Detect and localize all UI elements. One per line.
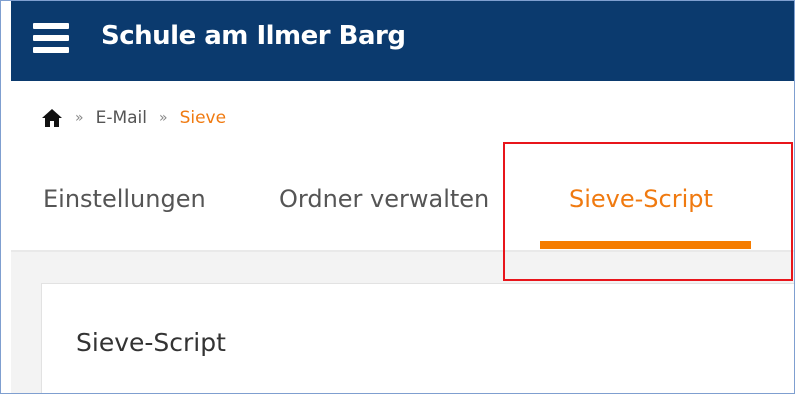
breadcrumb-item-sieve: Sieve — [179, 108, 227, 128]
site-title[interactable]: Schule am Ilmer Barg — [101, 21, 406, 51]
breadcrumb: » E-Mail » Sieve — [41, 105, 226, 131]
breadcrumb-item-email[interactable]: E-Mail — [96, 108, 147, 128]
panel-title: Sieve-Script — [76, 328, 226, 357]
breadcrumb-separator: » — [159, 110, 168, 126]
tab-ordner-verwalten[interactable]: Ordner verwalten — [279, 185, 489, 213]
tab-sieve-script[interactable]: Sieve-Script — [569, 185, 713, 213]
active-tab-indicator — [540, 241, 751, 249]
tab-einstellungen[interactable]: Einstellungen — [43, 185, 206, 213]
home-icon[interactable] — [41, 108, 63, 128]
breadcrumb-separator: » — [75, 110, 84, 126]
tab-bar: Einstellungen Ordner verwalten Sieve-Scr… — [1, 161, 794, 251]
top-header-bar: Schule am Ilmer Barg — [11, 1, 794, 81]
screenshot-frame: Schule am Ilmer Barg » E-Mail » Sieve Ei… — [0, 0, 795, 394]
hamburger-menu-icon[interactable] — [33, 23, 69, 53]
sieve-script-panel: Sieve-Script — [41, 283, 794, 393]
